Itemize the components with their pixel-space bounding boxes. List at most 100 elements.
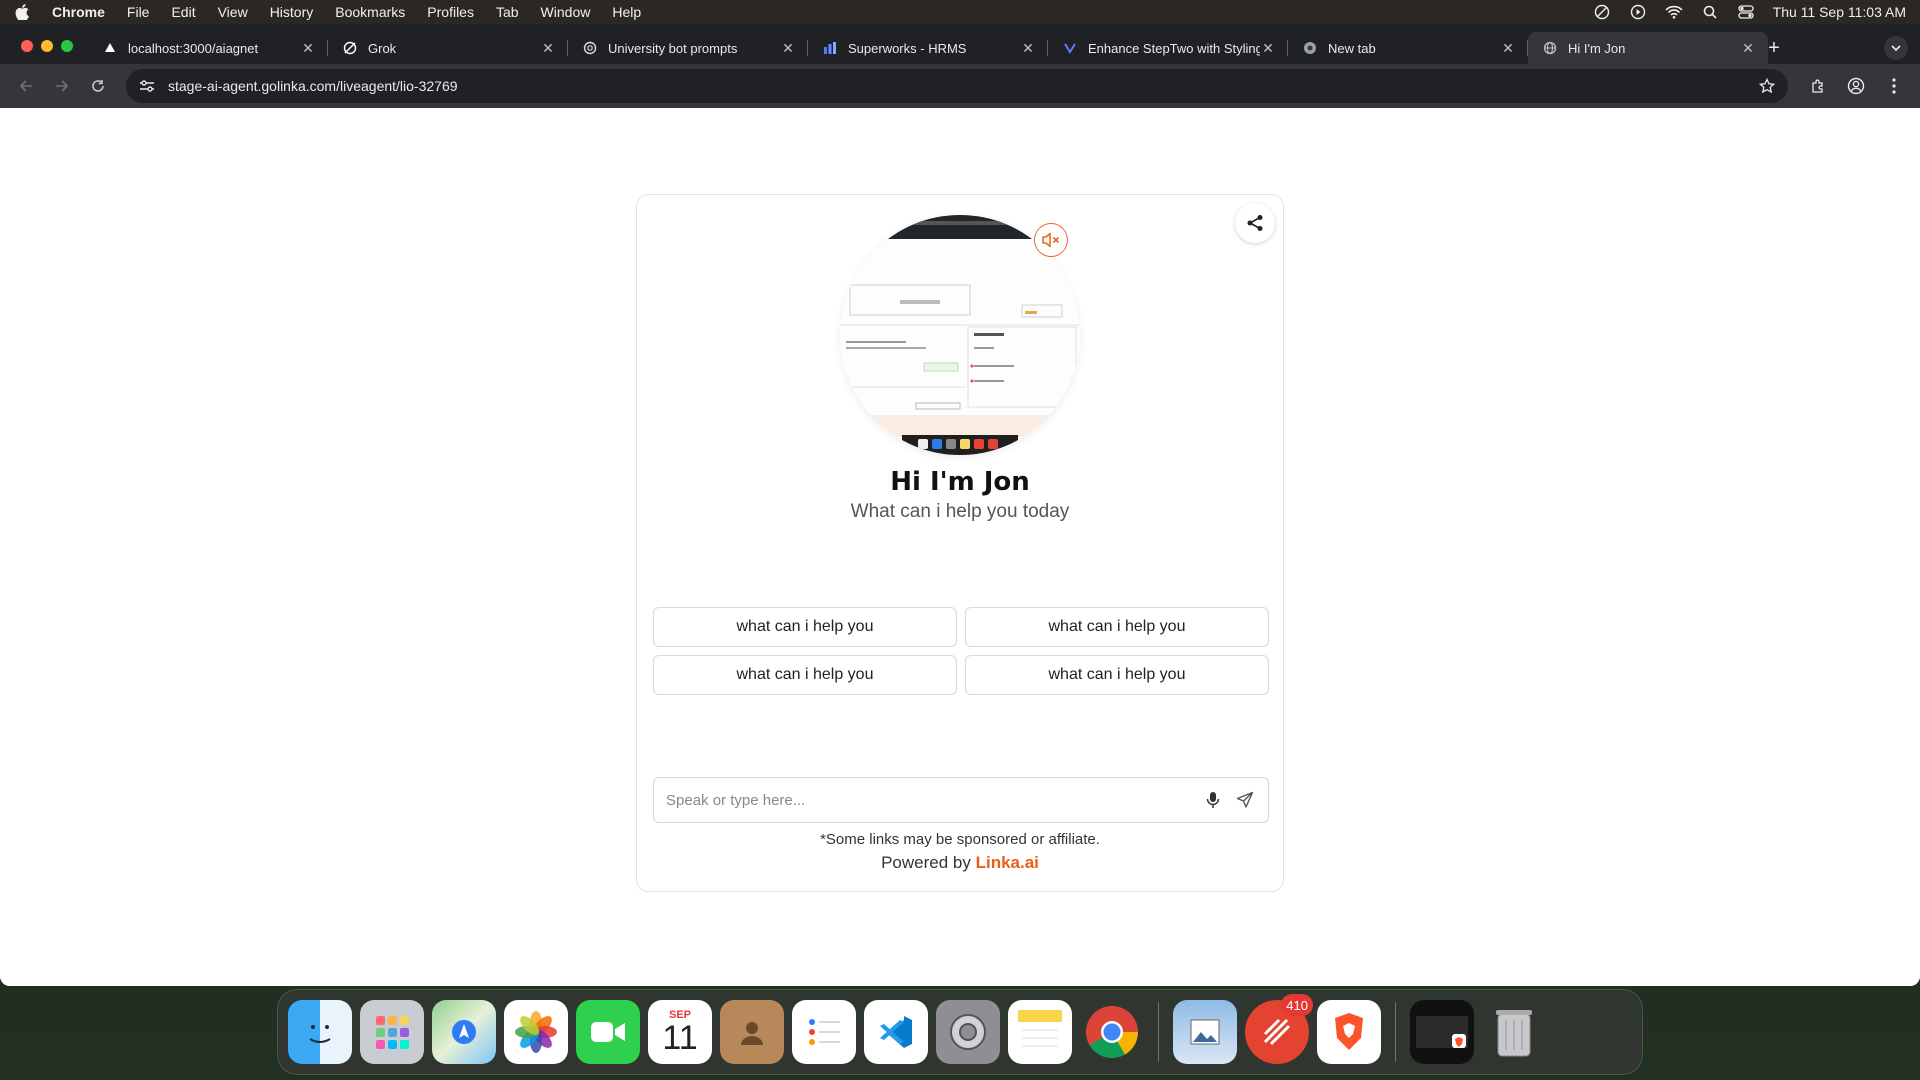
menu-profiles[interactable]: Profiles (427, 4, 474, 20)
extensions-puzzle-icon[interactable] (1802, 70, 1834, 102)
site-settings-icon[interactable] (138, 77, 156, 95)
menu-app-name[interactable]: Chrome (52, 4, 105, 20)
agent-card: Hi I'm Jon What can i help you today wha… (636, 194, 1284, 892)
todoist-icon[interactable]: 410 (1245, 994, 1313, 1064)
suggestion-button[interactable]: what can i help you (653, 655, 957, 695)
chat-input-box (653, 777, 1269, 823)
vscode-icon[interactable] (864, 1000, 928, 1064)
tab-superworks[interactable]: Superworks - HRMS ✕ (808, 32, 1048, 64)
spotlight-search-icon[interactable] (1701, 4, 1719, 20)
agent-greeting-title: Hi I'm Jon (890, 467, 1030, 497)
reminders-icon[interactable] (792, 1000, 856, 1064)
disabled-status-icon[interactable] (1593, 4, 1611, 20)
superworks-icon (822, 40, 838, 56)
system-settings-icon[interactable] (936, 1000, 1000, 1064)
close-tab-icon[interactable]: ✕ (300, 40, 316, 56)
claude-icon (1062, 40, 1078, 56)
suggestion-button[interactable]: what can i help you (965, 607, 1269, 647)
close-tab-icon[interactable]: ✕ (1740, 40, 1756, 56)
menu-file[interactable]: File (127, 4, 150, 20)
calendar-day: 11 (662, 1019, 698, 1057)
finder-icon[interactable] (288, 1000, 352, 1064)
tab-enhance-steptwo[interactable]: Enhance StepTwo with Styling ✕ (1048, 32, 1288, 64)
chrome-icon (1302, 40, 1318, 56)
calendar-icon[interactable]: SEP 11 (648, 1000, 712, 1064)
menu-bookmarks[interactable]: Bookmarks (335, 4, 405, 20)
macos-dock: SEP 11 410 (277, 989, 1643, 1075)
photos-icon[interactable] (504, 1000, 568, 1064)
tabs: localhost:3000/aiagnet ✕ Grok ✕ Universi… (88, 32, 1768, 64)
forward-arrow-icon[interactable] (46, 70, 78, 102)
menu-window[interactable]: Window (541, 4, 591, 20)
tab-title: Grok (368, 40, 397, 56)
back-arrow-icon[interactable] (10, 70, 42, 102)
google-chrome-icon[interactable] (1080, 1000, 1144, 1064)
new-tab-button[interactable]: + (1762, 36, 1786, 60)
facetime-icon[interactable] (576, 1000, 640, 1064)
microphone-icon[interactable] (1202, 789, 1224, 811)
url-text[interactable]: stage-ai-agent.golinka.com/liveagent/lio… (168, 78, 1758, 94)
close-tab-icon[interactable]: ✕ (1020, 40, 1036, 56)
tab-title: New tab (1328, 40, 1376, 56)
window-controls (21, 40, 73, 52)
minimize-window-button[interactable] (41, 40, 53, 52)
address-bar[interactable]: stage-ai-agent.golinka.com/liveagent/lio… (126, 69, 1788, 103)
dock-separator (1395, 1002, 1396, 1062)
tab-grok[interactable]: Grok ✕ (328, 32, 568, 64)
preview-icon[interactable] (1173, 1000, 1237, 1064)
chrome-menu-kebab-icon[interactable] (1878, 70, 1910, 102)
close-tab-icon[interactable]: ✕ (780, 40, 796, 56)
tab-title: University bot prompts (608, 40, 738, 56)
tab-search-chevron-icon[interactable] (1884, 36, 1908, 60)
web-page: Hi I'm Jon What can i help you today wha… (0, 108, 1920, 986)
vercel-icon (102, 40, 118, 56)
close-tab-icon[interactable]: ✕ (540, 40, 556, 56)
chat-input[interactable] (666, 791, 1192, 809)
share-icon[interactable] (1235, 203, 1275, 243)
powered-by-footer: Powered by Linka.ai (637, 853, 1283, 873)
notes-icon[interactable] (1008, 1000, 1072, 1064)
close-window-button[interactable] (21, 40, 33, 52)
suggestion-button[interactable]: what can i help you (965, 655, 1269, 695)
browser-toolbar: stage-ai-agent.golinka.com/liveagent/lio… (0, 64, 1920, 108)
launchpad-icon[interactable] (360, 1000, 424, 1064)
send-icon[interactable] (1234, 789, 1256, 811)
profile-avatar-icon[interactable] (1840, 70, 1872, 102)
tab-localhost[interactable]: localhost:3000/aiagnet ✕ (88, 32, 328, 64)
chatgpt-icon (582, 40, 598, 56)
wifi-icon[interactable] (1665, 4, 1683, 20)
contacts-icon[interactable] (720, 1000, 784, 1064)
brave-browser-icon[interactable] (1317, 1000, 1381, 1064)
grok-icon (342, 40, 358, 56)
apple-icon[interactable] (14, 4, 30, 20)
recent-window-thumbnail[interactable] (1410, 1000, 1474, 1064)
mute-speaker-icon[interactable] (1034, 223, 1068, 257)
control-center-icon[interactable] (1737, 4, 1755, 20)
reload-icon[interactable] (82, 70, 114, 102)
menu-tab[interactable]: Tab (496, 4, 519, 20)
menubar-clock[interactable]: Thu 11 Sep 11:03 AM (1773, 4, 1906, 20)
close-tab-icon[interactable]: ✕ (1500, 40, 1516, 56)
menu-view[interactable]: View (218, 4, 248, 20)
tab-strip: localhost:3000/aiagnet ✕ Grok ✕ Universi… (0, 24, 1920, 64)
suggestion-button[interactable]: what can i help you (653, 607, 957, 647)
tab-new-tab[interactable]: New tab ✕ (1288, 32, 1528, 64)
agent-subtitle: What can i help you today (850, 501, 1070, 522)
tab-title: localhost:3000/aiagnet (128, 40, 259, 56)
menu-history[interactable]: History (270, 4, 314, 20)
menu-edit[interactable]: Edit (171, 4, 195, 20)
tab-title: Enhance StepTwo with Styling (1088, 40, 1260, 56)
tab-university-bot-prompts[interactable]: University bot prompts ✕ (568, 32, 808, 64)
macos-menubar: Chrome File Edit View History Bookmarks … (0, 0, 1920, 24)
linka-brand-link[interactable]: Linka.ai (976, 853, 1039, 872)
bookmark-star-icon[interactable] (1758, 77, 1776, 95)
close-tab-icon[interactable]: ✕ (1260, 40, 1276, 56)
maps-icon[interactable] (432, 1000, 496, 1064)
suggestion-grid: what can i help you what can i help you … (653, 607, 1269, 695)
play-icon[interactable] (1629, 4, 1647, 20)
affiliate-disclaimer: *Some links may be sponsored or affiliat… (820, 831, 1100, 848)
menu-help[interactable]: Help (612, 4, 641, 20)
fullscreen-window-button[interactable] (61, 40, 73, 52)
trash-icon[interactable] (1482, 1000, 1546, 1064)
tab-hi-im-jon[interactable]: Hi I'm Jon ✕ (1528, 32, 1768, 64)
